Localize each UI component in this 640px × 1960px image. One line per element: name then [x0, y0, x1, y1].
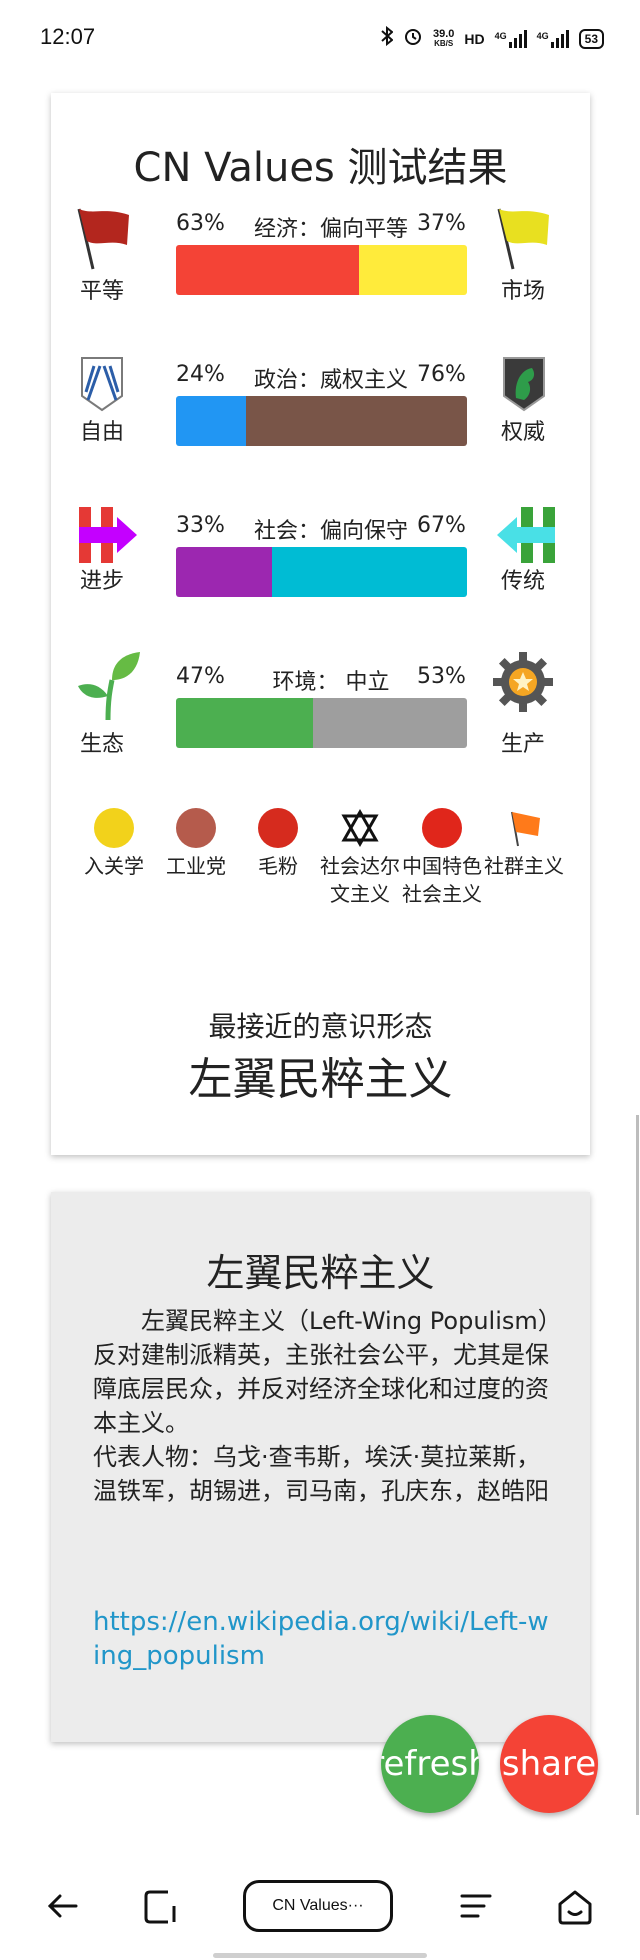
politics-bar [176, 396, 467, 446]
bluetooth-icon [381, 25, 394, 51]
axis-right-percent: 67% [417, 513, 466, 538]
ideology-name: 工业党 [166, 854, 226, 878]
axis-right-percent: 76% [417, 362, 466, 387]
mao-fan-icon [258, 808, 298, 848]
bar-left-segment [176, 698, 313, 748]
back-button[interactable] [44, 1888, 80, 1928]
ideology-name: 入关学 [84, 854, 144, 878]
bar-left-segment [176, 396, 246, 446]
horse-emblem-icon [498, 356, 560, 418]
ideology-item: 入关学 [73, 808, 155, 908]
bar-right-segment [245, 396, 467, 446]
alarm-icon [403, 26, 423, 51]
yellow-flag-icon [491, 205, 553, 270]
red-flag-icon [71, 205, 133, 270]
description-paragraph: 左翼民粹主义（Left-Wing Populism）反对建制派精英，主张社会公平… [93, 1307, 550, 1437]
wikipedia-link[interactable]: https://en.wikipedia.org/wiki/Left-wing_… [93, 1605, 551, 1673]
description-title: 左翼民粹主义 [206, 1251, 435, 1295]
axis-left-label: 自由 [79, 420, 124, 445]
politics-axis: 自由 24% 政治：威权主义 76% 权威 [51, 356, 590, 506]
axis-description: 经济：偏向平等 [253, 217, 408, 242]
signal-strength-icon-2: 4G [537, 29, 569, 48]
home-indicator[interactable] [213, 1953, 427, 1958]
gear-icon [491, 650, 553, 712]
axis-left-percent: 24% [176, 362, 225, 387]
axis-right-percent: 37% [417, 211, 466, 236]
status-icons: 39.0 KB/S HD 4G 4G 53 [381, 25, 604, 51]
ideology-item: 社群主义 [483, 808, 565, 908]
axis-right-label: 权威 [500, 420, 545, 445]
ideology-description-card: 左翼民粹主义 左翼民粹主义（Left-Wing Populism）反对建制派精英… [51, 1192, 590, 1742]
axis-left-percent: 47% [176, 664, 225, 689]
industry-party-icon [176, 808, 216, 848]
axis-left-label: 平等 [79, 279, 124, 304]
ideology-name: 社会达尔文主义 [320, 854, 400, 906]
bar-right-segment [272, 547, 467, 597]
ideology-list: 入关学 工业党 毛粉 社会达尔文主义 中国特色社会主义 社群主义 [73, 808, 573, 908]
status-bar: 12:07 39.0 KB/S HD 4G 4G 53 [0, 0, 640, 80]
bar-right-segment [359, 245, 467, 295]
economy-bar [176, 245, 467, 295]
tradition-arrow-icon [495, 507, 557, 569]
ideology-item: 工业党 [155, 808, 237, 908]
battery-icon: 53 [578, 28, 604, 49]
ideology-item: 中国特色社会主义 [401, 808, 483, 908]
axis-left-label: 生态 [79, 732, 124, 757]
society-axis: 进步 33% 社会：偏向保守 67% 传统 [51, 507, 590, 657]
ideology-item: 毛粉 [237, 808, 319, 908]
ideology-name: 毛粉 [258, 854, 298, 878]
current-tab-button[interactable]: CN Values··· [243, 1880, 393, 1932]
network-speed: 39.0 KB/S [432, 27, 455, 48]
ideology-name: 中国特色社会主义 [402, 854, 482, 906]
sprout-icon [78, 650, 140, 721]
bar-right-segment [312, 698, 467, 748]
closest-ideology-label: 最接近的意识形态 [208, 1010, 433, 1043]
environment-bar [176, 698, 467, 748]
ruguanxue-icon [94, 808, 134, 848]
axis-left-percent: 63% [176, 211, 225, 236]
axis-left-label: 进步 [79, 569, 124, 594]
axis-left-percent: 33% [176, 513, 225, 538]
browser-nav-bar: CN Values··· [0, 1860, 640, 1960]
axis-description: 政治：威权主义 [253, 368, 408, 393]
bar-left-segment [176, 245, 360, 295]
scrollbar[interactable] [636, 1115, 639, 1815]
axis-right-percent: 53% [417, 664, 466, 689]
result-title: CN Values 测试结果 [133, 145, 508, 191]
axis-right-label: 市场 [500, 279, 545, 304]
result-card: CN Values 测试结果 平等 63% 经济：偏向平等 37% 市场 自由 … [51, 93, 590, 1155]
bar-left-segment [176, 547, 273, 597]
wings-emblem-icon [76, 356, 138, 418]
closest-ideology-value: 左翼民粹主义 [188, 1054, 453, 1105]
description-representatives: 代表人物：乌戈·查韦斯，埃沃·莫拉莱斯，温铁军，胡锡进，司马南，孔庆东，赵皓阳 [93, 1443, 549, 1505]
description-body: 左翼民粹主义（Left-Wing Populism）反对建制派精英，主张社会公平… [93, 1304, 551, 1508]
economy-axis: 平等 63% 经济：偏向平等 37% 市场 [51, 205, 590, 355]
tabs-icon[interactable] [142, 1888, 180, 1930]
ideology-item: 社会达尔文主义 [319, 808, 401, 908]
hd-label: HD [464, 30, 485, 47]
society-bar [176, 547, 467, 597]
socialism-chinese-characteristics-icon [422, 808, 462, 848]
menu-icon[interactable] [458, 1888, 494, 1928]
axis-right-label: 传统 [500, 569, 545, 594]
home-icon[interactable] [556, 1888, 594, 1930]
axis-description: 环境： 中立 [272, 670, 390, 695]
axis-right-label: 生产 [500, 732, 545, 757]
signal-strength-icon-1: 4G [495, 29, 527, 48]
progress-arrow-icon [79, 507, 141, 569]
share-button[interactable]: share [500, 1715, 598, 1813]
clock: 12:07 [40, 24, 96, 49]
social-darwinism-icon [340, 808, 380, 848]
environment-axis: 生态 47% 环境： 中立 53% 生产 [51, 652, 590, 808]
refresh-button[interactable]: refresh [381, 1715, 479, 1813]
ideology-name: 社群主义 [484, 854, 564, 878]
axis-description: 社会：偏向保守 [253, 519, 408, 544]
communitarianism-flag-icon [504, 808, 544, 848]
